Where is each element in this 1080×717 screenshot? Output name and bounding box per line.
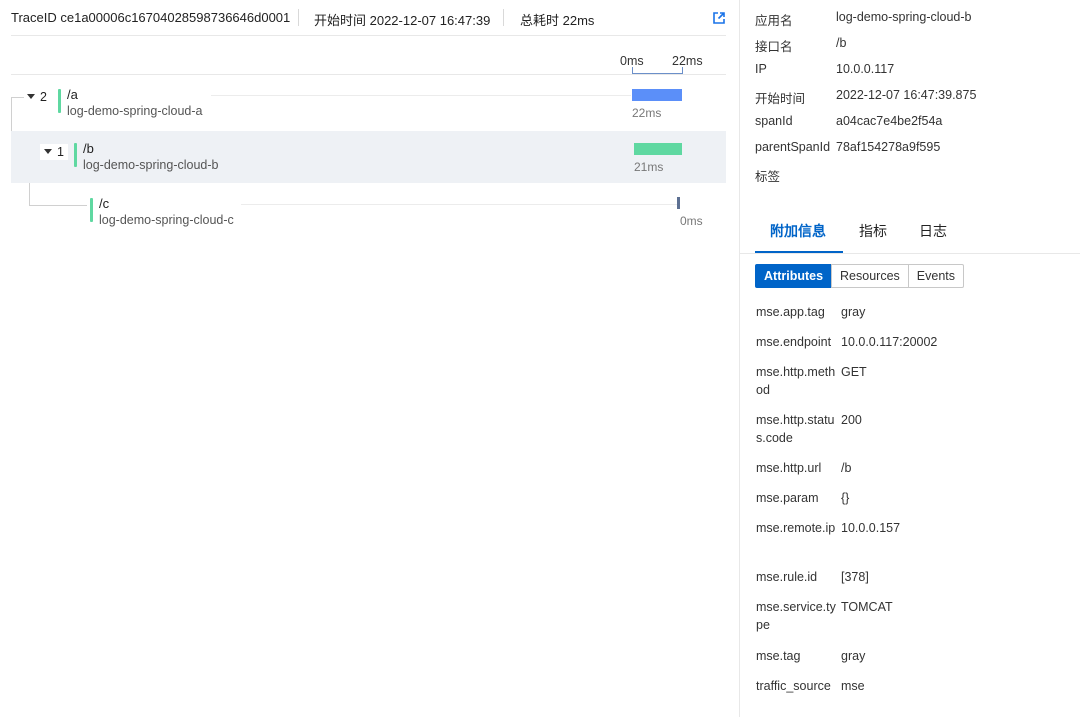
span-service: log-demo-spring-cloud-c xyxy=(99,213,234,227)
attribute-key: mse.param xyxy=(756,491,819,505)
detail-key: IP xyxy=(755,62,767,76)
detail-key: 开始时间 xyxy=(755,92,806,106)
detail-key: 接口名 xyxy=(755,40,793,54)
attribute-value: TOMCAT xyxy=(841,600,893,614)
span-level-marker xyxy=(90,198,93,222)
attribute-key: mse.http.status.code xyxy=(756,413,835,445)
trace-waterfall-pane: TraceID ce1a00006c16704028598736646d0001… xyxy=(0,0,738,717)
detail-tabs: 附加信息 指标 日志 xyxy=(740,212,1080,254)
span-duration-bar xyxy=(634,143,682,155)
span-duration-label: 21ms xyxy=(634,160,664,174)
span-service: log-demo-spring-cloud-a xyxy=(67,104,203,118)
span-row-b[interactable]: 1 /b log-demo-spring-cloud-b 21ms xyxy=(11,131,726,183)
header-rule xyxy=(11,35,726,36)
detail-value: a04cac7e4be2f54a xyxy=(836,114,943,128)
span-level-marker xyxy=(74,143,77,167)
tab-extra-info[interactable]: 附加信息 xyxy=(770,221,826,241)
detail-value: 10.0.0.117 xyxy=(836,62,895,76)
span-row-a[interactable]: 2 /a log-demo-spring-cloud-a 22ms xyxy=(11,78,726,130)
attribute-value: [378] xyxy=(841,570,869,584)
detail-key: spanId xyxy=(755,114,793,128)
span-service: log-demo-spring-cloud-b xyxy=(83,158,219,172)
attribute-value: {} xyxy=(841,491,850,505)
trace-header: TraceID ce1a00006c16704028598736646d0001… xyxy=(0,0,738,36)
attribute-value: /b xyxy=(841,461,852,475)
attribute-value: 10.0.0.117:20002 xyxy=(841,335,938,349)
header-divider xyxy=(298,9,299,26)
detail-key: parentSpanId xyxy=(755,140,831,154)
detail-value: 78af154278a9f595 xyxy=(836,140,941,154)
trace-total-time: 总耗时 22ms xyxy=(520,13,595,28)
span-duration-bar xyxy=(632,89,682,101)
attribute-key: mse.service.type xyxy=(756,600,836,632)
external-link-icon[interactable] xyxy=(712,11,726,25)
attribute-key: mse.rule.id xyxy=(756,570,818,584)
detail-value: 2022-12-07 16:47:39.875 xyxy=(836,88,977,102)
span-duration-label: 0ms xyxy=(680,214,703,228)
timeline-scale-start: 0ms xyxy=(620,54,644,68)
segment-resources[interactable]: Resources xyxy=(831,264,909,288)
attribute-category-switch: Attributes Resources Events xyxy=(755,264,964,288)
attribute-key: mse.http.url xyxy=(756,461,822,475)
span-duration-bar xyxy=(677,197,680,209)
span-collapse-toggle[interactable]: 2 xyxy=(27,90,47,104)
row-guide-line xyxy=(211,95,631,96)
attribute-value: 200 xyxy=(841,413,862,427)
trace-start-time: 开始时间 2022-12-07 16:47:39 xyxy=(314,13,491,28)
tab-metrics[interactable]: 指标 xyxy=(859,221,887,241)
span-detail-pane: 应用名 log-demo-spring-cloud-b 接口名/b IP 10.0.0.… xyxy=(740,0,1080,717)
segment-attributes[interactable]: Attributes xyxy=(755,264,833,288)
span-name: /b xyxy=(83,141,94,156)
span-name: /a xyxy=(67,87,78,102)
attribute-value: mse xyxy=(841,679,865,693)
segment-events[interactable]: Events xyxy=(907,264,964,288)
tab-logs[interactable]: 日志 xyxy=(919,221,947,241)
attribute-value: gray xyxy=(841,649,866,663)
attribute-key: traffic_source xyxy=(756,679,831,693)
timeline-scale-rule xyxy=(11,74,726,75)
attribute-value: GET xyxy=(841,365,867,379)
timeline-scale-bracket xyxy=(632,67,683,74)
span-row-c[interactable]: /c log-demo-spring-cloud-c 0ms xyxy=(11,185,726,237)
span-duration-label: 22ms xyxy=(632,106,662,120)
timeline-scale-end: 22ms xyxy=(672,54,703,68)
active-tab-indicator xyxy=(755,251,843,253)
span-name: /c xyxy=(99,196,110,211)
attribute-key: mse.tag xyxy=(756,649,801,663)
attribute-value: gray xyxy=(841,305,866,319)
detail-key: 应用名 xyxy=(755,14,793,28)
row-guide-line xyxy=(241,204,678,205)
attribute-key: mse.remote.ip xyxy=(756,521,836,535)
attribute-value: 10.0.0.157 xyxy=(841,521,901,535)
attribute-key: mse.app.tag xyxy=(756,305,825,319)
detail-value: /b xyxy=(836,36,847,50)
span-level-marker xyxy=(58,89,61,113)
attribute-key: mse.endpoint xyxy=(756,335,832,349)
span-collapse-toggle[interactable]: 1 xyxy=(40,144,68,160)
detail-key: 标签 xyxy=(755,170,781,184)
header-divider xyxy=(503,9,504,26)
attribute-key: mse.http.method xyxy=(756,365,836,397)
detail-value: log-demo-spring-cloud-b xyxy=(836,10,972,24)
trace-id: TraceID ce1a00006c16704028598736646d0001 xyxy=(11,10,291,25)
caret-down-icon xyxy=(27,94,35,99)
caret-down-icon xyxy=(44,149,52,154)
